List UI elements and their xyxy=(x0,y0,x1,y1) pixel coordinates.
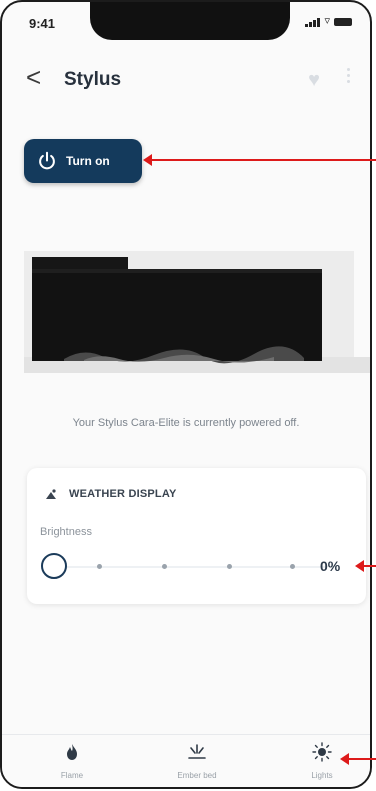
status-time: 9:41 xyxy=(29,16,56,31)
tab-ember-bed[interactable]: Ember bed xyxy=(167,741,227,780)
annotation-arrow-brightness xyxy=(355,560,376,572)
brightness-value: 0% xyxy=(320,558,341,574)
card-header: WEATHER DISPLAY xyxy=(45,488,177,500)
weather-display-card: WEATHER DISPLAY Brightness 0% xyxy=(27,468,366,604)
slider-tick xyxy=(97,564,102,569)
power-icon xyxy=(39,151,55,170)
more-vertical-icon[interactable] xyxy=(347,68,350,83)
bottom-tab-bar: Flame Ember bed Lights xyxy=(2,734,370,787)
tab-label: Lights xyxy=(311,771,333,780)
status-icons: ▿ xyxy=(305,16,352,27)
tab-flame[interactable]: Flame xyxy=(42,741,102,780)
brightness-label: Brightness xyxy=(40,526,92,538)
brightness-slider[interactable] xyxy=(41,553,326,581)
fireplace-image xyxy=(24,251,370,373)
back-button[interactable]: < xyxy=(26,64,41,90)
notch xyxy=(90,2,290,40)
annotation-arrow-turn-on xyxy=(143,154,376,166)
phone-frame: 9:41 ▿ < Stylus ♥ Turn on Your Stylus Ca… xyxy=(0,0,372,789)
slider-knob[interactable] xyxy=(41,553,67,579)
page-title: Stylus xyxy=(64,69,122,90)
battery-icon xyxy=(334,18,352,26)
tab-label: Ember bed xyxy=(177,771,217,780)
power-status-message: Your Stylus Cara-Elite is currently powe… xyxy=(72,417,300,429)
ember-bed-icon xyxy=(188,744,206,759)
slider-track xyxy=(55,566,326,568)
turn-on-button[interactable]: Turn on xyxy=(24,139,142,183)
slider-tick xyxy=(227,564,232,569)
wifi-icon: ▿ xyxy=(324,15,330,27)
sun-icon xyxy=(312,742,332,762)
turn-on-label: Turn on xyxy=(66,154,110,168)
heart-icon[interactable]: ♥ xyxy=(308,69,320,92)
annotation-arrow-lights xyxy=(340,753,376,765)
slider-tick xyxy=(162,564,167,569)
header: < Stylus ♥ xyxy=(2,62,370,98)
weather-icon xyxy=(46,489,56,499)
slider-tick xyxy=(290,564,295,569)
flame-icon xyxy=(67,744,77,760)
tab-label: Flame xyxy=(60,771,84,780)
signal-icon xyxy=(305,18,321,27)
card-title: WEATHER DISPLAY xyxy=(69,488,177,500)
